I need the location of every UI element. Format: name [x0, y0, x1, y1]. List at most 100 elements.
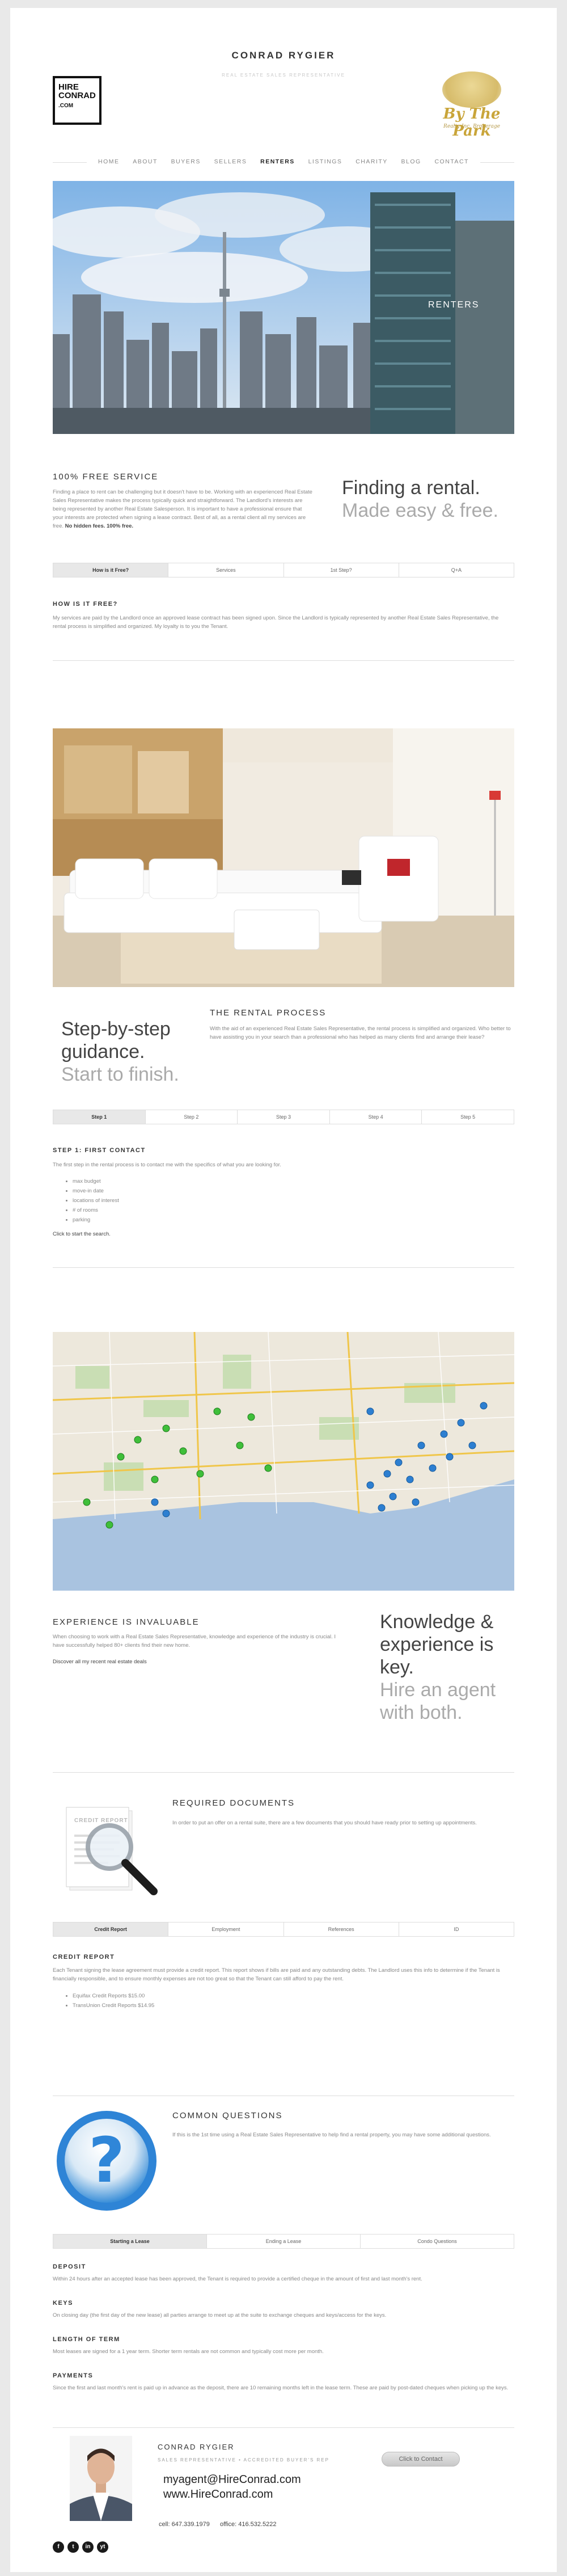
process-step-tab[interactable]: Step 3 [238, 1110, 330, 1124]
youtube-icon[interactable]: yt [97, 2541, 108, 2553]
question-category-tab[interactable]: Starting a Lease [53, 2234, 207, 2248]
free-service-tabs: How is it Free? Services 1st Step? Q+A [53, 563, 514, 577]
footer-cell: cell: 647.339.1979 [159, 2521, 210, 2528]
logo-line: CONRAD [58, 91, 96, 100]
qa-title: DEPOSIT [53, 2263, 86, 2270]
tagline-dark: Step-by-step guidance. [61, 1018, 171, 1063]
nav-item-sellers[interactable]: SELLERS [214, 158, 247, 165]
recent-deals-link[interactable]: Discover all my recent real estate deals [53, 1659, 147, 1665]
nav-item-blog[interactable]: BLOG [401, 158, 421, 165]
documents-body: In order to put an offer on a rental sui… [172, 1820, 477, 1826]
question-category-tab[interactable]: Ending a Lease [207, 2234, 361, 2248]
brokerage-name: By The Park [443, 106, 501, 140]
process-step-tab[interactable]: Step 1 [53, 1110, 146, 1124]
rental-process-tabs: Step 1 Step 2 Step 3 Step 4 Step 5 [53, 1110, 514, 1124]
free-service-tab[interactable]: Services [168, 563, 284, 577]
section-divider [53, 2427, 514, 2428]
credit-report-bullets: Equifax Credit Reports $15.00TransUnion … [73, 1991, 154, 2010]
process-step-tab[interactable]: Step 5 [422, 1110, 514, 1124]
nav-item-listings[interactable]: LISTINGS [308, 158, 342, 165]
logo-line: .COM [58, 103, 74, 109]
section-divider [53, 660, 514, 661]
step-bullet: locations of interest [73, 1196, 119, 1205]
qa-body: On closing day (the first day of the new… [53, 2312, 387, 2318]
experience-tagline: Knowledge & experience is key. Hire an a… [380, 1610, 527, 1724]
questions-tabs: Starting a Lease Ending a Lease Condo Ques… [53, 2234, 514, 2249]
nav-divider [53, 162, 87, 163]
step-body: The first step in the rental process is … [53, 1162, 281, 1168]
section-divider [53, 1772, 514, 1773]
qa-title: LENGTH OF TERM [53, 2336, 120, 2343]
document-tab[interactable]: Credit Report [53, 1922, 169, 1936]
free-sub-title: HOW IS IT FREE? [53, 601, 118, 608]
nav-item-renters[interactable]: RENTERS [260, 158, 295, 165]
footer-website[interactable]: www.HireConrad.com [163, 2488, 273, 2501]
main-nav: HOME ABOUT BUYERS SELLERS RENTERS LISTINGS CHA… [53, 158, 514, 166]
hero-caption: RENTERS [428, 300, 480, 310]
hireconrad-logo[interactable]: HIRE CONRAD .COM [53, 76, 101, 125]
process-step-tab[interactable]: Step 2 [145, 1110, 238, 1124]
section-divider [53, 1267, 514, 1268]
nav-item-home[interactable]: HOME [98, 158, 120, 165]
credit-report-body: Each Tenant signing the lease agreement … [53, 1967, 500, 1982]
process-step-tab[interactable]: Step 4 [329, 1110, 422, 1124]
nav-item-buyers[interactable]: BUYERS [171, 158, 201, 165]
free-sub-body: My services are paid by the Landlord onc… [53, 615, 499, 630]
agent-photo [70, 2436, 132, 2521]
qa-body: Since the first and last month's rent is… [53, 2385, 509, 2391]
free-service-tab[interactable]: How is it Free? [53, 563, 169, 577]
tagline-light: Hire an agent with both. [380, 1679, 496, 1723]
page: CONRAD RYGIER REAL ESTATE SALES REPRESEN… [10, 8, 557, 2572]
credit-report-bullet: Equifax Credit Reports $15.00 [73, 1991, 154, 2001]
qa-title: KEYS [53, 2300, 73, 2307]
step-bullet: max budget [73, 1177, 119, 1186]
question-category-tab[interactable]: Condo Questions [361, 2234, 514, 2248]
listings-map-image [53, 1332, 514, 1591]
credit-report-bullet: TransUnion Credit Reports $14.95 [73, 2001, 154, 2010]
living-room-image [53, 728, 514, 987]
nav-item-contact[interactable]: CONTACT [434, 158, 468, 165]
hero-city-image: RENTERS [53, 181, 514, 434]
tagline-dark: Finding a rental. [342, 477, 480, 499]
linkedin-icon[interactable]: in [82, 2541, 94, 2553]
free-service-tab[interactable]: Q+A [399, 563, 514, 577]
documents-title: REQUIRED DOCUMENTS [172, 1798, 295, 1808]
step-bullet-list: max budgetmove-in datelocations of inter… [73, 1177, 119, 1225]
credit-report-title: CREDIT REPORT [53, 1954, 115, 1961]
qa-body: Within 24 hours after an accepted lease … [53, 2276, 422, 2282]
svg-text:?: ? [88, 2124, 125, 2196]
footer-agent-role: SALES REPRESENTATIVE • ACCREDITED BUYER'… [158, 2457, 329, 2463]
free-service-tab[interactable]: 1st Step? [284, 563, 399, 577]
nav-item-about[interactable]: ABOUT [133, 158, 158, 165]
start-search-link[interactable]: Click to start the search. [53, 1231, 111, 1237]
nav-item-charity[interactable]: CHARITY [356, 158, 388, 165]
questions-body: If this is the 1st time using a Real Est… [172, 2132, 491, 2138]
nav-list: HOME ABOUT BUYERS SELLERS RENTERS LISTINGS CHA… [98, 158, 469, 165]
rental-process-title: THE RENTAL PROCESS [210, 1008, 327, 1018]
footer-office: office: 416.532.5222 [220, 2521, 277, 2528]
free-service-tagline: Finding a rental. Made easy & free. [342, 477, 512, 522]
free-service-bold: No hidden fees. 100% free. [65, 523, 134, 529]
tagline-light: Made easy & free. [342, 500, 498, 521]
footer-email[interactable]: myagent@HireConrad.com [163, 2473, 301, 2486]
click-to-contact-button[interactable]: Click to Contact [382, 2452, 460, 2467]
free-service-title: 100% FREE SERVICE [53, 472, 159, 482]
qa-title: PAYMENTS [53, 2372, 94, 2379]
twitter-icon[interactable]: t [67, 2541, 79, 2553]
footer-agent-name: CONRAD RYGIER [158, 2443, 235, 2451]
rental-process-body: With the aid of an experienced Real Esta… [210, 1026, 511, 1040]
logo-line: HIRE [58, 82, 79, 92]
step-title: STEP 1: FIRST CONTACT [53, 1147, 146, 1154]
free-service-body: Finding a place to rent can be challengi… [53, 488, 314, 530]
document-tab[interactable]: Employment [168, 1922, 284, 1936]
document-tab[interactable]: ID [399, 1922, 514, 1936]
document-tab[interactable]: References [284, 1922, 399, 1936]
credit-report-icon-label: CREDIT REPORT [74, 1818, 128, 1824]
site-name: CONRAD RYGIER [231, 50, 336, 61]
qa-body: Most leases are signed for a 1 year term… [53, 2349, 324, 2355]
by-the-park-logo[interactable]: By The Park Realty Inc. Brokerage [430, 71, 514, 140]
nav-divider [480, 162, 514, 163]
facebook-icon[interactable]: f [53, 2541, 64, 2553]
step-bullet: # of rooms [73, 1205, 119, 1215]
tagline-light: Start to finish. [61, 1064, 179, 1085]
